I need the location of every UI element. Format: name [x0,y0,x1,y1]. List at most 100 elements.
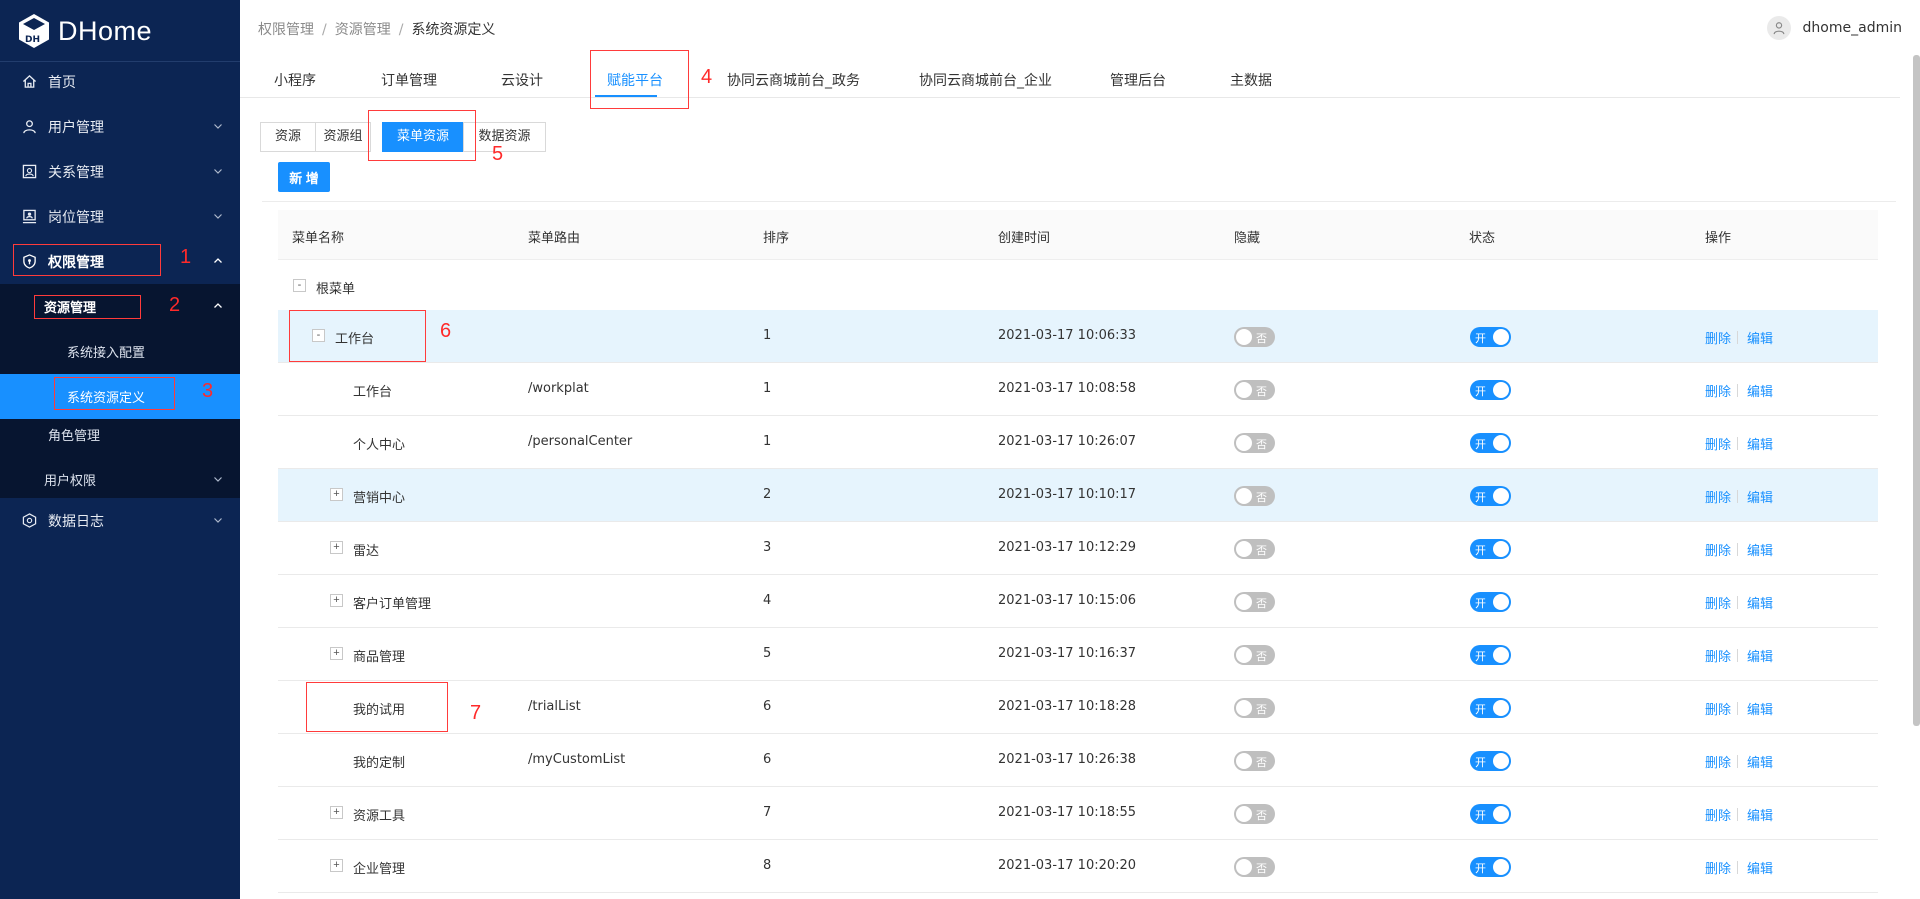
expand-icon[interactable]: + [330,859,343,872]
hidden-toggle[interactable]: 否 [1234,645,1275,665]
row-name: 商品管理 [353,650,406,665]
user-icon [23,120,36,134]
sidebar-item-label: 用户管理 [48,120,104,136]
tab-mall-frontend-gov[interactable]: 协同云商城前台_政务 [727,70,860,90]
sidebar-item-data-log[interactable]: 数据日志 [0,498,240,543]
hidden-toggle[interactable]: 否 [1234,433,1275,453]
hidden-toggle[interactable]: 否 [1234,327,1275,347]
row-name: 营销中心 [353,491,406,506]
tab-master-data[interactable]: 主数据 [1230,70,1272,90]
toggle-text: 开 [1475,332,1486,345]
hidden-toggle[interactable]: 否 [1234,804,1275,824]
sidebar-item-system-access-config[interactable]: 系统接入配置 [0,329,240,374]
subtab-resource-group[interactable]: 资源组 [315,122,371,152]
hidden-toggle[interactable]: 否 [1234,592,1275,612]
delete-link[interactable]: 删除 [1705,381,1731,400]
sidebar-item-user-permission[interactable]: 用户权限 [0,457,240,502]
sidebar-item-relation-management[interactable]: 关系管理 [0,149,240,194]
hidden-toggle[interactable]: 否 [1234,486,1275,506]
edit-link[interactable]: 编辑 [1747,805,1773,824]
delete-link[interactable]: 删除 [1705,328,1731,347]
row-name: 个人中心 [353,438,406,453]
row-order: 4 [763,593,772,608]
tab-mini-program[interactable]: 小程序 [274,70,316,90]
row-name: 根菜单 [316,282,356,297]
toggle-text: 开 [1475,862,1486,875]
expand-icon[interactable]: + [330,488,343,501]
edit-link[interactable]: 编辑 [1747,328,1773,347]
toggle-text: 否 [1256,544,1267,557]
edit-link[interactable]: 编辑 [1747,381,1773,400]
row-order: 7 [763,805,772,820]
hidden-toggle[interactable]: 否 [1234,380,1275,400]
action-divider [1737,808,1738,821]
tab-admin-backend[interactable]: 管理后台 [1110,70,1166,90]
sidebar-item-user-management[interactable]: 用户管理 [0,104,240,149]
status-toggle[interactable]: 开 [1470,857,1511,877]
column-header-hidden: 隐藏 [1234,231,1261,246]
page-scrollbar[interactable] [1913,55,1920,726]
toggle-text: 开 [1475,438,1486,451]
edit-link[interactable]: 编辑 [1747,858,1773,877]
delete-link[interactable]: 删除 [1705,752,1731,771]
row-route: /personalCenter [528,434,633,449]
sidebar-item-home[interactable]: 首页 [0,59,240,104]
status-toggle[interactable]: 开 [1470,539,1511,559]
edit-link[interactable]: 编辑 [1747,752,1773,771]
delete-link[interactable]: 删除 [1705,646,1731,665]
status-toggle[interactable]: 开 [1470,751,1511,771]
expand-icon[interactable]: + [330,806,343,819]
subtab-resource[interactable]: 资源 [260,122,316,152]
subitem-label: 系统接入配置 [67,346,146,361]
tab-cloud-design[interactable]: 云设计 [501,70,543,90]
edit-link[interactable]: 编辑 [1747,540,1773,559]
status-toggle[interactable]: 开 [1470,698,1511,718]
logo[interactable]: DH DHome [18,13,152,49]
status-toggle[interactable]: 开 [1470,433,1511,453]
action-divider [1737,702,1738,715]
sidebar-item-role-management[interactable]: 角色管理 [0,412,240,457]
status-toggle[interactable]: 开 [1470,804,1511,824]
edit-link[interactable]: 编辑 [1747,487,1773,506]
delete-link[interactable]: 删除 [1705,593,1731,612]
status-toggle[interactable]: 开 [1470,486,1511,506]
hidden-toggle[interactable]: 否 [1234,751,1275,771]
delete-link[interactable]: 删除 [1705,487,1731,506]
delete-link[interactable]: 删除 [1705,540,1731,559]
expand-icon[interactable]: + [330,541,343,554]
edit-link[interactable]: 编辑 [1747,434,1773,453]
table-row: + 雷达 3 2021-03-17 10:12:29 否 开 删除 编辑 [278,522,1878,575]
hidden-toggle[interactable]: 否 [1234,539,1275,559]
table-row: 我的定制/myCustomList 6 2021-03-17 10:26:38 否 开 删… [278,734,1878,787]
delete-link[interactable]: 删除 [1705,858,1731,877]
tab-mall-frontend-enterprise[interactable]: 协同云商城前台_企业 [919,70,1052,90]
sidebar-item-position-management[interactable]: 岗位管理 [0,194,240,239]
column-header-order: 排序 [763,231,790,246]
expand-icon[interactable]: + [330,594,343,607]
user-menu[interactable]: dhome_admin [1766,16,1902,40]
hidden-toggle[interactable]: 否 [1234,698,1275,718]
add-button[interactable]: 新 增 [278,162,330,192]
row-order: 6 [763,752,772,767]
action-divider [1737,649,1738,662]
delete-link[interactable]: 删除 [1705,434,1731,453]
tab-order-management[interactable]: 订单管理 [381,70,437,90]
breadcrumb-item[interactable]: 权限管理 [258,22,314,38]
status-toggle[interactable]: 开 [1470,380,1511,400]
collapse-icon[interactable]: - [293,279,306,292]
status-toggle[interactable]: 开 [1470,645,1511,665]
action-divider [1737,437,1738,450]
edit-link[interactable]: 编辑 [1747,699,1773,718]
toggle-text: 否 [1256,385,1267,398]
status-toggle[interactable]: 开 [1470,327,1511,347]
edit-link[interactable]: 编辑 [1747,593,1773,612]
hidden-toggle[interactable]: 否 [1234,857,1275,877]
breadcrumb-item[interactable]: 资源管理 [335,22,391,38]
divider [262,201,1896,202]
breadcrumb: 权限管理 / 资源管理 / 系统资源定义 [258,22,496,38]
status-toggle[interactable]: 开 [1470,592,1511,612]
delete-link[interactable]: 删除 [1705,699,1731,718]
edit-link[interactable]: 编辑 [1747,646,1773,665]
delete-link[interactable]: 删除 [1705,805,1731,824]
expand-icon[interactable]: + [330,647,343,660]
